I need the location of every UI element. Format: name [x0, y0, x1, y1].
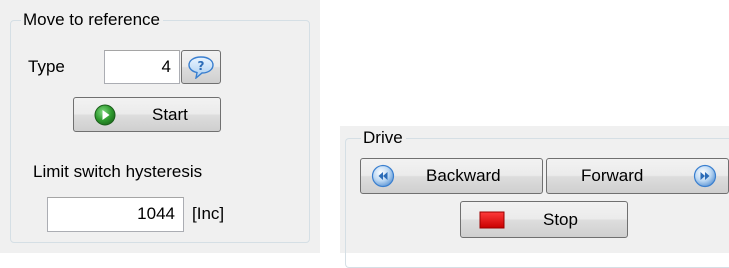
move-to-reference-title: Move to reference — [21, 9, 164, 31]
fast-forward-circle-icon — [693, 164, 717, 188]
type-input[interactable]: 4 — [104, 50, 180, 84]
type-help-button[interactable]: ? — [181, 50, 221, 84]
start-button-label: Start — [152, 104, 188, 124]
forward-button[interactable]: Forward — [546, 158, 729, 194]
start-button[interactable]: Start — [73, 97, 221, 132]
stop-button[interactable]: Stop — [460, 201, 628, 238]
rewind-circle-icon — [371, 164, 395, 188]
left-panel: Move to reference Type 4 ? Start Limit s… — [0, 0, 320, 253]
type-label: Type — [28, 57, 65, 76]
play-circle-icon — [94, 104, 116, 126]
right-panel: Drive Backward Forward Stop — [340, 126, 729, 268]
help-speech-bubble-icon: ? — [188, 56, 214, 79]
hysteresis-unit-label: [Inc] — [192, 204, 225, 223]
backward-button[interactable]: Backward — [360, 158, 543, 194]
drive-title: Drive — [361, 127, 406, 149]
stop-button-label: Stop — [543, 209, 578, 229]
hysteresis-input[interactable]: 1044 — [47, 197, 184, 232]
stop-square-icon — [479, 211, 505, 229]
hysteresis-label: Limit switch hysteresis — [33, 162, 203, 181]
svg-text:?: ? — [198, 59, 205, 73]
forward-button-label: Forward — [581, 166, 644, 185]
backward-button-label: Backward — [426, 166, 501, 185]
